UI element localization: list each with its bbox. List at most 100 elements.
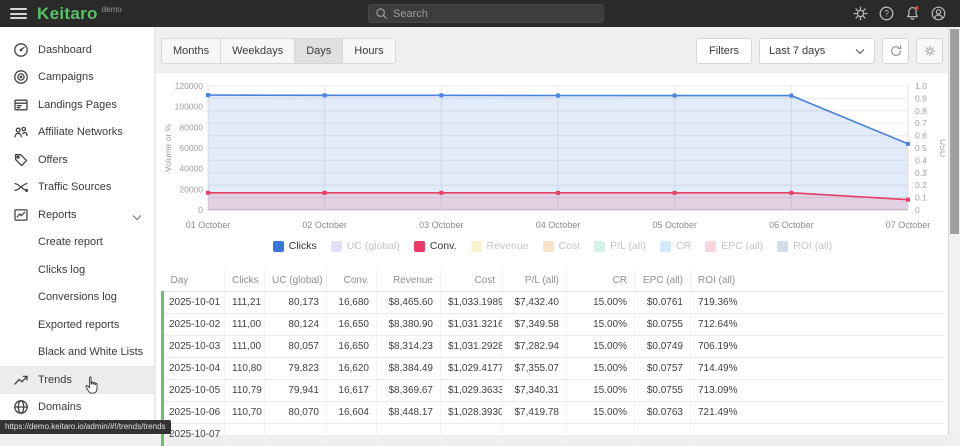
sidebar-item-traffic-sources[interactable]: Traffic Sources <box>0 174 154 202</box>
svg-text:01 October: 01 October <box>186 220 231 230</box>
sidebar-item-label: Create report <box>38 236 103 248</box>
table-cell: $1,033.1989 <box>441 291 503 313</box>
chevron-down-icon <box>132 212 142 219</box>
sidebar-nav: Dashboard Campaigns Landings Pages Affil… <box>0 27 154 421</box>
table-cell: $0.0755 <box>635 379 691 401</box>
global-search[interactable] <box>368 4 604 23</box>
table-cell: $0.0757 <box>635 357 691 379</box>
legend-swatch <box>594 241 605 252</box>
menu-hamburger-icon[interactable] <box>10 8 27 19</box>
legend-label: EPC (all) <box>721 240 763 252</box>
table-cell: $0.0761 <box>635 291 691 313</box>
sidebar-item-exported-reports[interactable]: Exported reports <box>0 311 154 339</box>
legend-item-roi-all-[interactable]: ROI (all) <box>777 240 832 252</box>
sidebar-item-offers[interactable]: Offers <box>0 146 154 174</box>
globe-icon <box>13 399 29 415</box>
date-range-value: Last 7 days <box>769 45 825 57</box>
sidebar-item-label: Traffic Sources <box>38 181 111 193</box>
column-header-revenue: Revenue <box>377 270 441 291</box>
help-icon[interactable]: ? <box>878 5 895 22</box>
tab-weekdays[interactable]: Weekdays <box>221 39 295 63</box>
tab-months[interactable]: Months <box>162 39 221 63</box>
app-logo[interactable]: Keitaro <box>37 0 98 27</box>
legend-item-epc-all-[interactable]: EPC (all) <box>705 240 763 252</box>
chart-settings-button[interactable] <box>916 38 943 64</box>
svg-text:80000: 80000 <box>179 122 203 132</box>
legend-item-cost[interactable]: Cost <box>543 240 581 252</box>
legend-swatch <box>273 241 284 252</box>
table-cell: $1,029.3633 <box>441 379 503 401</box>
sidebar-item-clicks-log[interactable]: Clicks log <box>0 256 154 284</box>
main-content: MonthsWeekdaysDaysHours Filters Last 7 d… <box>156 27 948 434</box>
table-header: DayClicksUC (global)Conv.RevenueCostP/L … <box>163 270 945 291</box>
account-icon[interactable] <box>930 5 947 22</box>
sidebar-item-black-and-white-lists[interactable]: Black and White Lists <box>0 339 154 367</box>
table-cell: $8,448.17 <box>377 401 441 423</box>
sidebar-item-affiliate-networks[interactable]: Affiliate Networks <box>0 119 154 147</box>
tab-days[interactable]: Days <box>295 39 343 63</box>
sidebar-item-dashboard[interactable]: Dashboard <box>0 36 154 64</box>
legend-item-revenue[interactable]: Revenue <box>471 240 529 252</box>
sidebar-item-label: Landings Pages <box>38 99 117 111</box>
legend-item-p-l-all-[interactable]: P/L (all) <box>594 240 646 252</box>
filters-button[interactable]: Filters <box>696 38 752 64</box>
vertical-scrollbar[interactable] <box>948 27 960 434</box>
sidebar-item-reports[interactable]: Reports <box>0 201 154 229</box>
legend-item-uc-global-[interactable]: UC (global) <box>331 240 400 252</box>
sidebar-item-label: Exported reports <box>38 319 119 331</box>
svg-text:02 October: 02 October <box>302 220 347 230</box>
sidebar-item-campaigns[interactable]: Campaigns <box>0 64 154 92</box>
legend-item-cr[interactable]: CR <box>660 240 691 252</box>
gauge-icon <box>13 42 29 58</box>
legend-swatch <box>777 241 788 252</box>
table-cell: 2025-10-07 <box>163 423 225 445</box>
table-cell: $7,432.40 <box>503 291 567 313</box>
settings-icon[interactable] <box>852 5 869 22</box>
column-header-epc-all-: EPC (all) <box>635 270 691 291</box>
sidebar-item-create-report[interactable]: Create report <box>0 229 154 257</box>
table-row: 2025-10-05110,7979,94116,617$8,369.67$1,… <box>163 379 945 401</box>
sidebar-item-landings-pages[interactable]: Landings Pages <box>0 91 154 119</box>
table-cell: $1,029.4177 <box>441 357 503 379</box>
scrollbar-thumb[interactable] <box>950 29 959 234</box>
status-url-tooltip: https://demo.keitaro.io/admin/#!/trends/… <box>0 420 171 434</box>
table-row: 2025-10-07 <box>163 423 945 445</box>
table-cell <box>377 423 441 445</box>
legend-item-conv-[interactable]: Conv. <box>414 240 457 252</box>
tab-hours[interactable]: Hours <box>343 39 394 63</box>
table-cell: 15.00% <box>567 291 635 313</box>
table-cell: 2025-10-05 <box>163 379 225 401</box>
svg-text:07 October: 07 October <box>886 220 931 230</box>
report-icon <box>13 207 29 223</box>
legend-label: Conv. <box>430 240 457 252</box>
table-cell: $8,380.90 <box>377 313 441 335</box>
svg-text:04 October: 04 October <box>536 220 581 230</box>
svg-text:0.6: 0.6 <box>915 131 927 141</box>
trend-chart: 02000040000600008000010000012000000.10.2… <box>161 76 944 234</box>
svg-text:0: 0 <box>198 205 203 215</box>
refresh-button[interactable] <box>882 38 909 64</box>
notifications-bell-icon[interactable] <box>904 5 921 22</box>
sidebar-item-trends[interactable]: Trends <box>0 366 154 394</box>
table-cell: $8,314.23 <box>377 335 441 357</box>
svg-text:120000: 120000 <box>175 81 204 91</box>
column-header-cost: Cost <box>441 270 503 291</box>
table-cell: 719.36% <box>691 291 945 313</box>
table-cell: $7,419.78 <box>503 401 567 423</box>
table-cell: 16,604 <box>327 401 377 423</box>
legend-label: Revenue <box>487 240 529 252</box>
table-cell: 706.19% <box>691 335 945 357</box>
legend-item-clicks[interactable]: Clicks <box>273 240 317 252</box>
search-input[interactable] <box>393 8 597 20</box>
svg-text:06 October: 06 October <box>769 220 814 230</box>
svg-text:?: ? <box>884 9 889 19</box>
sidebar-item-conversions-log[interactable]: Conversions log <box>0 284 154 312</box>
legend-label: Cost <box>559 240 581 252</box>
table-cell: 15.00% <box>567 313 635 335</box>
sidebar-item-domains[interactable]: Domains <box>0 394 154 422</box>
legend-swatch <box>543 241 554 252</box>
date-range-select[interactable]: Last 7 days <box>759 38 875 64</box>
refresh-icon <box>889 44 903 58</box>
table-row: 2025-10-02111,0080,12416,650$8,380.90$1,… <box>163 313 945 335</box>
svg-text:05 October: 05 October <box>652 220 697 230</box>
